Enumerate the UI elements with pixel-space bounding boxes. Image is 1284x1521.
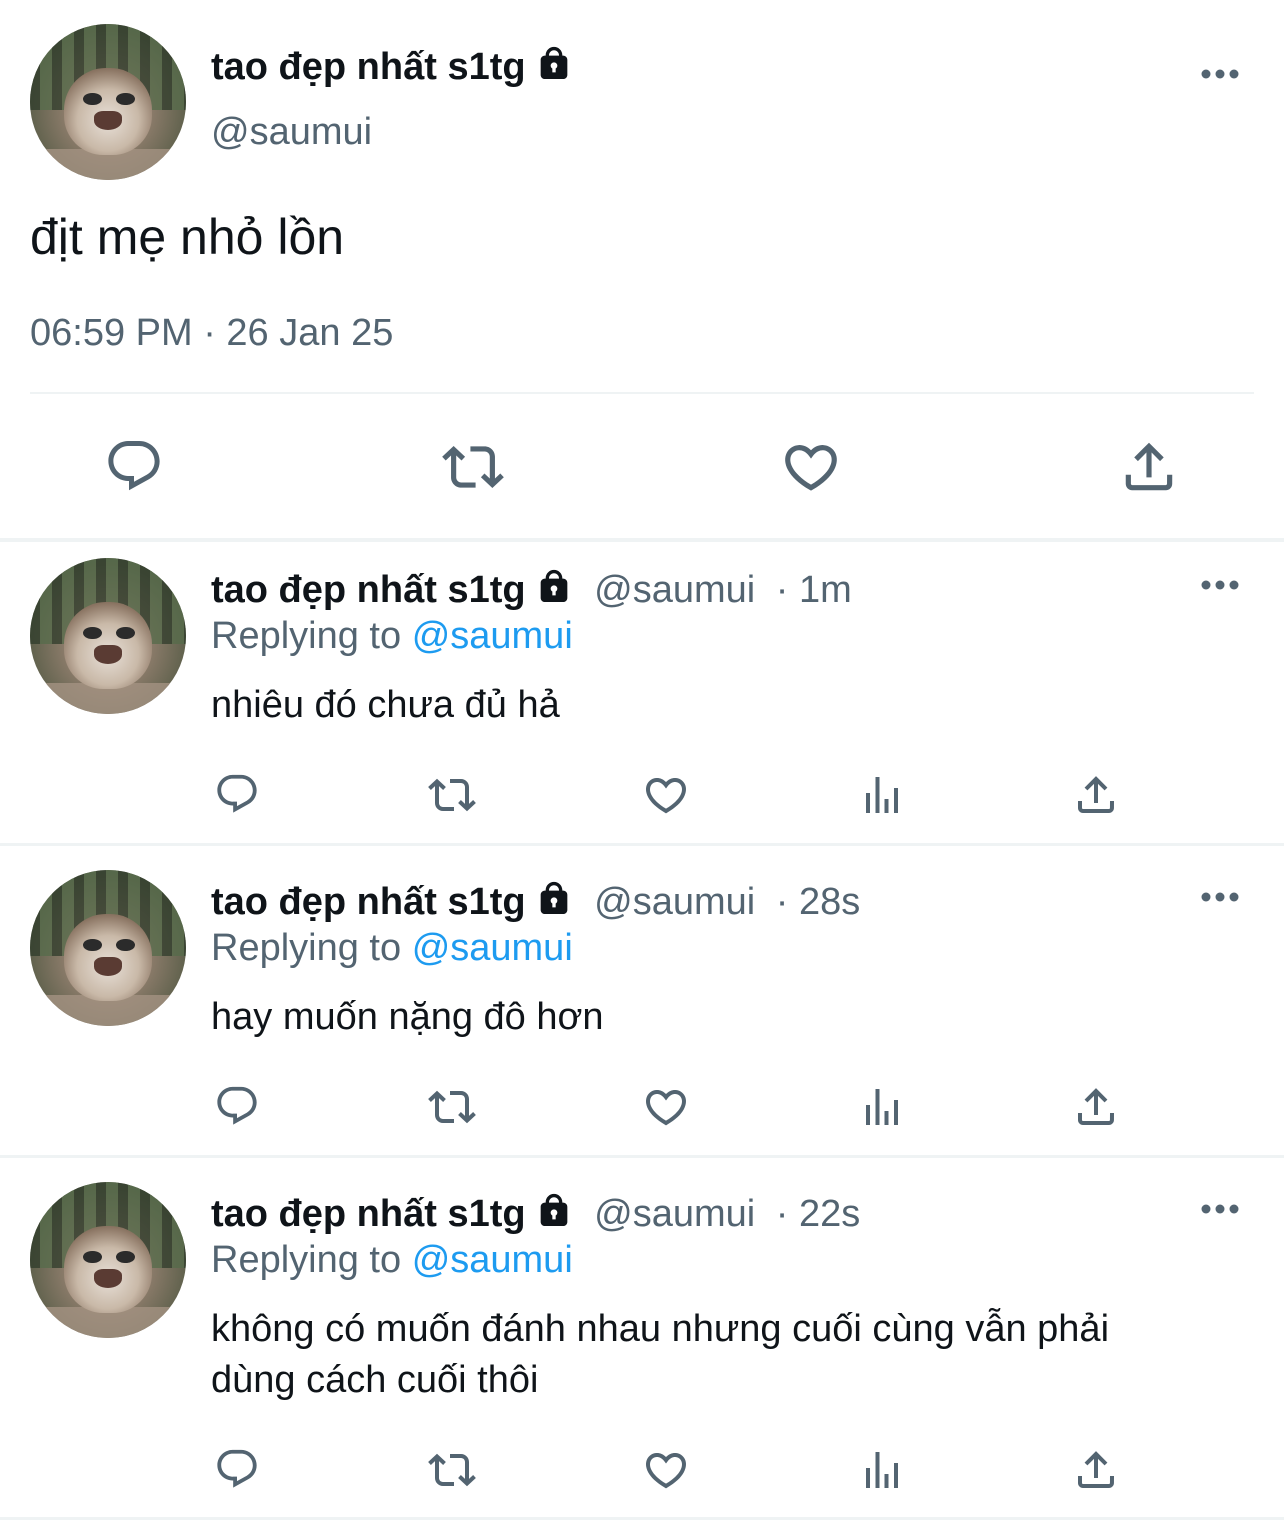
analytics-bars-icon[interactable] [858, 1446, 906, 1494]
display-name-text[interactable]: tao đẹp nhất s1tg [211, 1193, 526, 1235]
handle[interactable]: @saumui [211, 111, 372, 154]
reply-text: nhiêu đó chưa đủ hả [211, 684, 560, 726]
reply-time[interactable]: · 1m [776, 569, 852, 611]
lock-icon [534, 567, 574, 617]
lock-icon [534, 879, 574, 929]
replying-mention-link[interactable]: @saumui [412, 615, 573, 657]
lock-icon [534, 44, 574, 94]
heart-icon[interactable] [642, 771, 690, 819]
tweet-text: địt mẹ nhỏ lồn [30, 209, 345, 265]
replying-prefix: Replying to [211, 615, 402, 657]
retweet-icon[interactable] [428, 1083, 476, 1131]
reply-time[interactable]: · 28s [776, 881, 860, 923]
analytics-bars-icon[interactable] [858, 1083, 906, 1131]
reply-icon[interactable] [214, 771, 260, 817]
divider [0, 538, 1284, 542]
replying-mention-link[interactable]: @saumui [412, 927, 573, 969]
handle[interactable]: @saumui [594, 569, 755, 611]
share-icon[interactable] [1072, 1083, 1120, 1131]
avatar[interactable] [30, 1182, 186, 1338]
reply-icon[interactable] [214, 1083, 260, 1129]
reply-text: không có muốn đánh nhau nhưng cuối cùng … [211, 1308, 1110, 1401]
retweet-icon[interactable] [442, 436, 504, 498]
lock-icon [534, 1191, 574, 1241]
share-icon[interactable] [1072, 771, 1120, 819]
replying-prefix: Replying to [211, 927, 402, 969]
handle[interactable]: @saumui [594, 1193, 755, 1235]
display-name[interactable]: tao đẹp nhất s1tg @saumui · 1m [211, 567, 852, 617]
retweet-icon[interactable] [428, 771, 476, 819]
display-name[interactable]: tao đẹp nhất s1tg @saumui · 28s [211, 879, 860, 929]
display-name-text[interactable]: tao đẹp nhất s1tg [211, 569, 526, 611]
tweet-timestamp[interactable]: 06:59 PM · 26 Jan 25 [30, 312, 393, 355]
replying-prefix: Replying to [211, 1239, 402, 1281]
heart-icon[interactable] [642, 1083, 690, 1131]
heart-icon[interactable] [780, 436, 842, 498]
display-name-text[interactable]: tao đẹp nhất s1tg [211, 881, 526, 923]
reply-icon[interactable] [104, 436, 164, 496]
divider [30, 392, 1254, 394]
reply-text: hay muốn nặng đô hơn [211, 996, 604, 1038]
divider [0, 1155, 1284, 1158]
share-icon[interactable] [1118, 436, 1180, 498]
display-name[interactable]: tao đẹp nhất s1tg [211, 44, 574, 94]
replying-to: Replying to @saumui [211, 615, 573, 658]
divider [0, 1517, 1284, 1520]
reply-time[interactable]: · 22s [776, 1193, 860, 1235]
more-dots-icon[interactable] [1200, 573, 1242, 602]
replying-to: Replying to @saumui [211, 1239, 573, 1282]
replying-mention-link[interactable]: @saumui [412, 1239, 573, 1281]
analytics-bars-icon[interactable] [858, 771, 906, 819]
reply-icon[interactable] [214, 1446, 260, 1492]
avatar[interactable] [30, 870, 186, 1026]
heart-icon[interactable] [642, 1446, 690, 1494]
avatar[interactable] [30, 24, 186, 180]
display-name-text[interactable]: tao đẹp nhất s1tg [211, 46, 526, 88]
replying-to: Replying to @saumui [211, 927, 573, 970]
retweet-icon[interactable] [428, 1446, 476, 1494]
more-dots-icon[interactable] [1200, 62, 1242, 91]
handle[interactable]: @saumui [594, 881, 755, 923]
more-dots-icon[interactable] [1200, 885, 1242, 914]
share-icon[interactable] [1072, 1446, 1120, 1494]
more-dots-icon[interactable] [1200, 1197, 1242, 1226]
display-name[interactable]: tao đẹp nhất s1tg @saumui · 22s [211, 1191, 860, 1241]
divider [0, 843, 1284, 846]
avatar[interactable] [30, 558, 186, 714]
